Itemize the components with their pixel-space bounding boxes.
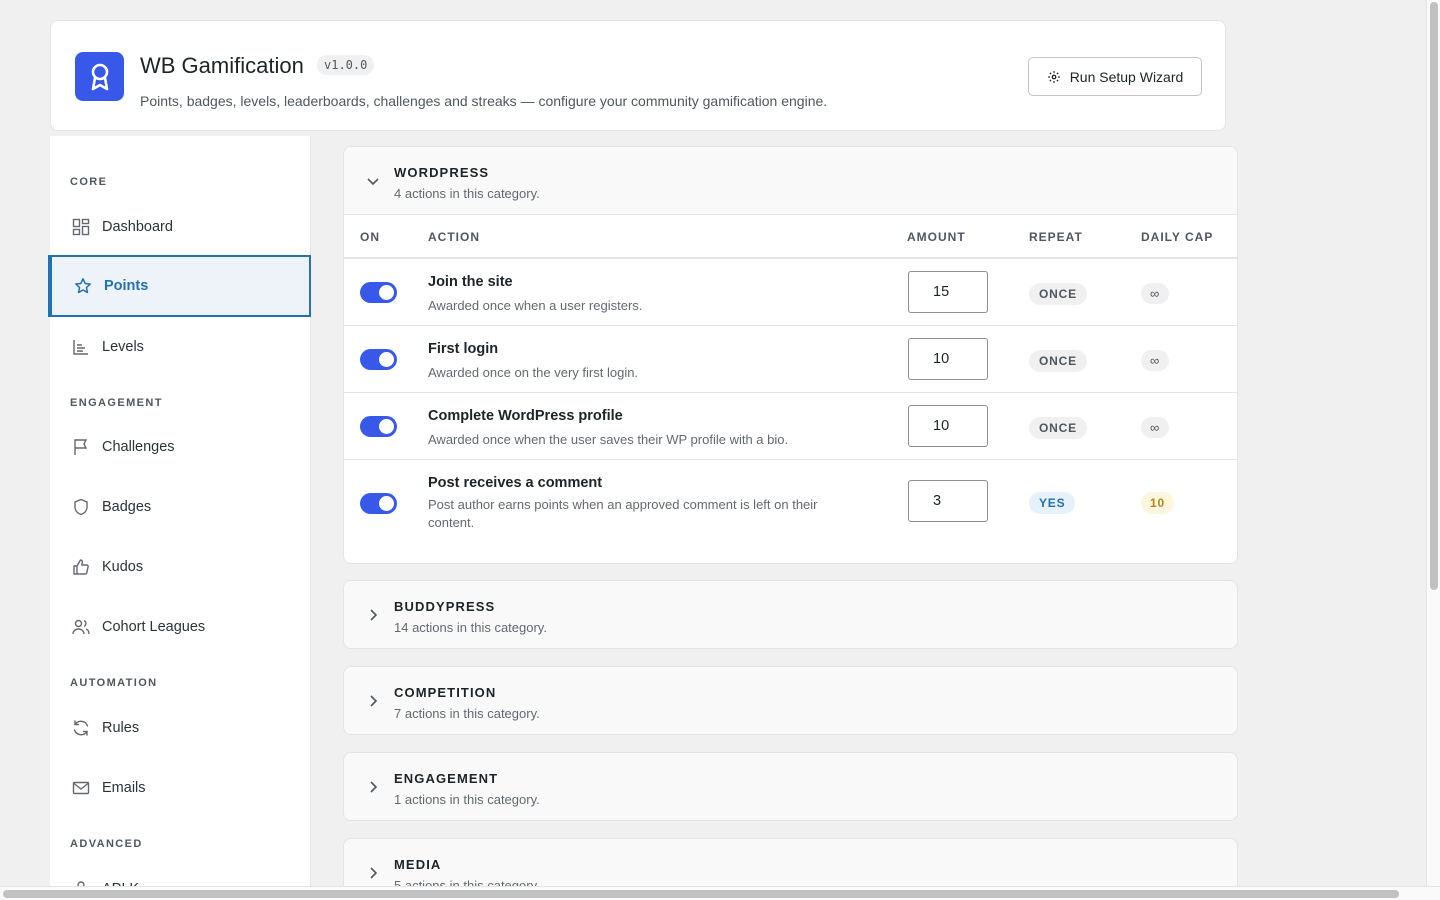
category-title: MEDIA: [394, 857, 442, 872]
chevron-down-icon: [367, 178, 379, 186]
vertical-scrollbar[interactable]: [1426, 0, 1440, 886]
horizontal-scrollbar[interactable]: [0, 886, 1440, 900]
action-description: Awarded once when the user saves their W…: [428, 432, 789, 447]
action-name: Post receives a comment: [428, 475, 603, 491]
run-setup-wizard-button[interactable]: Run Setup Wizard: [1028, 57, 1202, 96]
action-name: Complete WordPress profile: [428, 408, 623, 424]
col-action: ACTION: [428, 230, 480, 244]
section-label-automation: AUTOMATION: [70, 677, 158, 689]
sidebar-item-label: Badges: [102, 499, 152, 515]
category-engagement[interactable]: ENGAGEMENT 1 actions in this category.: [343, 752, 1238, 821]
sidebar: CORE Dashboard Points Levels ENGAGEMENT …: [48, 136, 311, 900]
category-subtitle: 14 actions in this category.: [394, 620, 547, 635]
dashboard-icon: [72, 218, 90, 236]
action-toggle[interactable]: [360, 493, 397, 514]
sidebar-item-challenges[interactable]: Challenges: [50, 416, 311, 478]
daily-cap-badge: ∞: [1141, 417, 1170, 438]
daily-cap-badge: 10: [1141, 492, 1174, 514]
sidebar-item-rules[interactable]: Rules: [50, 697, 311, 759]
sidebar-item-label: Kudos: [102, 559, 144, 575]
table-row: Join the site Awarded once when a user r…: [344, 259, 1237, 326]
sidebar-item-levels[interactable]: Levels: [50, 316, 311, 378]
category-competition[interactable]: COMPETITION 7 actions in this category.: [343, 666, 1238, 735]
shield-icon: [74, 498, 88, 516]
sidebar-item-label: Challenges: [102, 439, 175, 455]
category-title: WORDPRESS: [394, 165, 490, 180]
section-label-engagement: ENGAGEMENT: [70, 397, 163, 409]
sidebar-item-emails[interactable]: Emails: [50, 757, 311, 819]
repeat-badge: ONCE: [1029, 350, 1087, 372]
table-row: Post receives a comment Post author earn…: [344, 460, 1237, 546]
action-toggle[interactable]: [360, 416, 397, 437]
category-subtitle: 7 actions in this category.: [394, 706, 540, 721]
refresh-icon: [73, 720, 89, 736]
sidebar-item-cohort-leagues[interactable]: Cohort Leagues: [50, 596, 311, 658]
action-description: Awarded once when a user registers.: [428, 298, 643, 313]
action-name: First login: [428, 341, 499, 357]
sidebar-item-kudos[interactable]: Kudos: [50, 536, 311, 598]
plugin-header: WB Gamification v1.0.0 Points, badges, l…: [50, 20, 1226, 131]
category-title: BUDDYPRESS: [394, 599, 496, 614]
sidebar-item-dashboard[interactable]: Dashboard: [50, 196, 311, 258]
mail-icon: [72, 781, 90, 795]
action-name: Join the site: [428, 274, 513, 290]
run-setup-wizard-label: Run Setup Wizard: [1069, 68, 1184, 85]
col-on: ON: [360, 230, 380, 244]
action-toggle[interactable]: [360, 282, 397, 303]
chevron-right-icon: [370, 609, 378, 621]
col-amount: AMOUNT: [907, 230, 966, 244]
table-row: Complete WordPress profile Awarded once …: [344, 393, 1237, 460]
horizontal-scroll-thumb[interactable]: [3, 890, 1399, 898]
sidebar-item-label: Points: [104, 278, 149, 294]
chevron-right-icon: [370, 781, 378, 793]
version-badge: v1.0.0: [317, 55, 375, 75]
thumbs-up-icon: [73, 559, 89, 575]
sidebar-item-points[interactable]: Points: [48, 255, 311, 317]
flag-icon: [74, 439, 88, 455]
col-repeat: REPEAT: [1029, 230, 1083, 244]
category-title: COMPETITION: [394, 685, 497, 700]
section-label-advanced: ADVANCED: [70, 838, 143, 850]
sidebar-item-label: Cohort Leagues: [102, 619, 206, 635]
award-icon: [75, 52, 124, 101]
sidebar-item-label: Emails: [102, 780, 146, 796]
vertical-scroll-thumb[interactable]: [1430, 2, 1438, 590]
chevron-right-icon: [370, 695, 378, 707]
app-title: WB Gamification: [140, 53, 304, 78]
action-toggle[interactable]: [360, 349, 397, 370]
category-wordpress: WORDPRESS 4 actions in this category. ON…: [343, 146, 1238, 564]
sidebar-item-label: Dashboard: [102, 219, 173, 235]
repeat-badge: ONCE: [1029, 283, 1087, 305]
category-title: ENGAGEMENT: [394, 771, 499, 786]
sidebar-item-badges[interactable]: Badges: [50, 476, 311, 538]
amount-input[interactable]: [908, 271, 988, 313]
gear-icon: [1047, 70, 1060, 83]
sidebar-item-label: Levels: [102, 339, 144, 355]
category-buddypress[interactable]: BUDDYPRESS 14 actions in this category.: [343, 580, 1238, 649]
amount-input[interactable]: [908, 480, 988, 522]
daily-cap-badge: ∞: [1141, 283, 1170, 304]
amount-input[interactable]: [908, 405, 988, 447]
star-icon: [75, 278, 91, 294]
chevron-right-icon: [370, 867, 378, 879]
action-description: Post author earns points when an approve…: [428, 497, 818, 530]
amount-input[interactable]: [908, 338, 988, 380]
col-daily-cap: DAILY CAP: [1141, 230, 1214, 244]
app-subtitle: Points, badges, levels, leaderboards, ch…: [140, 93, 828, 109]
sidebar-item-label: Rules: [102, 720, 140, 736]
repeat-badge: ONCE: [1029, 417, 1087, 439]
table-row: First login Awarded once on the very fir…: [344, 326, 1237, 393]
category-header-wordpress[interactable]: WORDPRESS 4 actions in this category.: [344, 147, 1237, 215]
users-icon: [72, 619, 90, 635]
category-subtitle: 1 actions in this category.: [394, 792, 540, 807]
repeat-badge: YES: [1029, 492, 1076, 514]
category-subtitle: 4 actions in this category.: [394, 186, 540, 201]
chart-icon: [73, 340, 88, 355]
daily-cap-badge: ∞: [1141, 350, 1170, 371]
section-label-core: CORE: [70, 176, 108, 188]
table-header: ON ACTION AMOUNT REPEAT DAILY CAP: [344, 215, 1237, 259]
action-description: Awarded once on the very first login.: [428, 365, 639, 380]
